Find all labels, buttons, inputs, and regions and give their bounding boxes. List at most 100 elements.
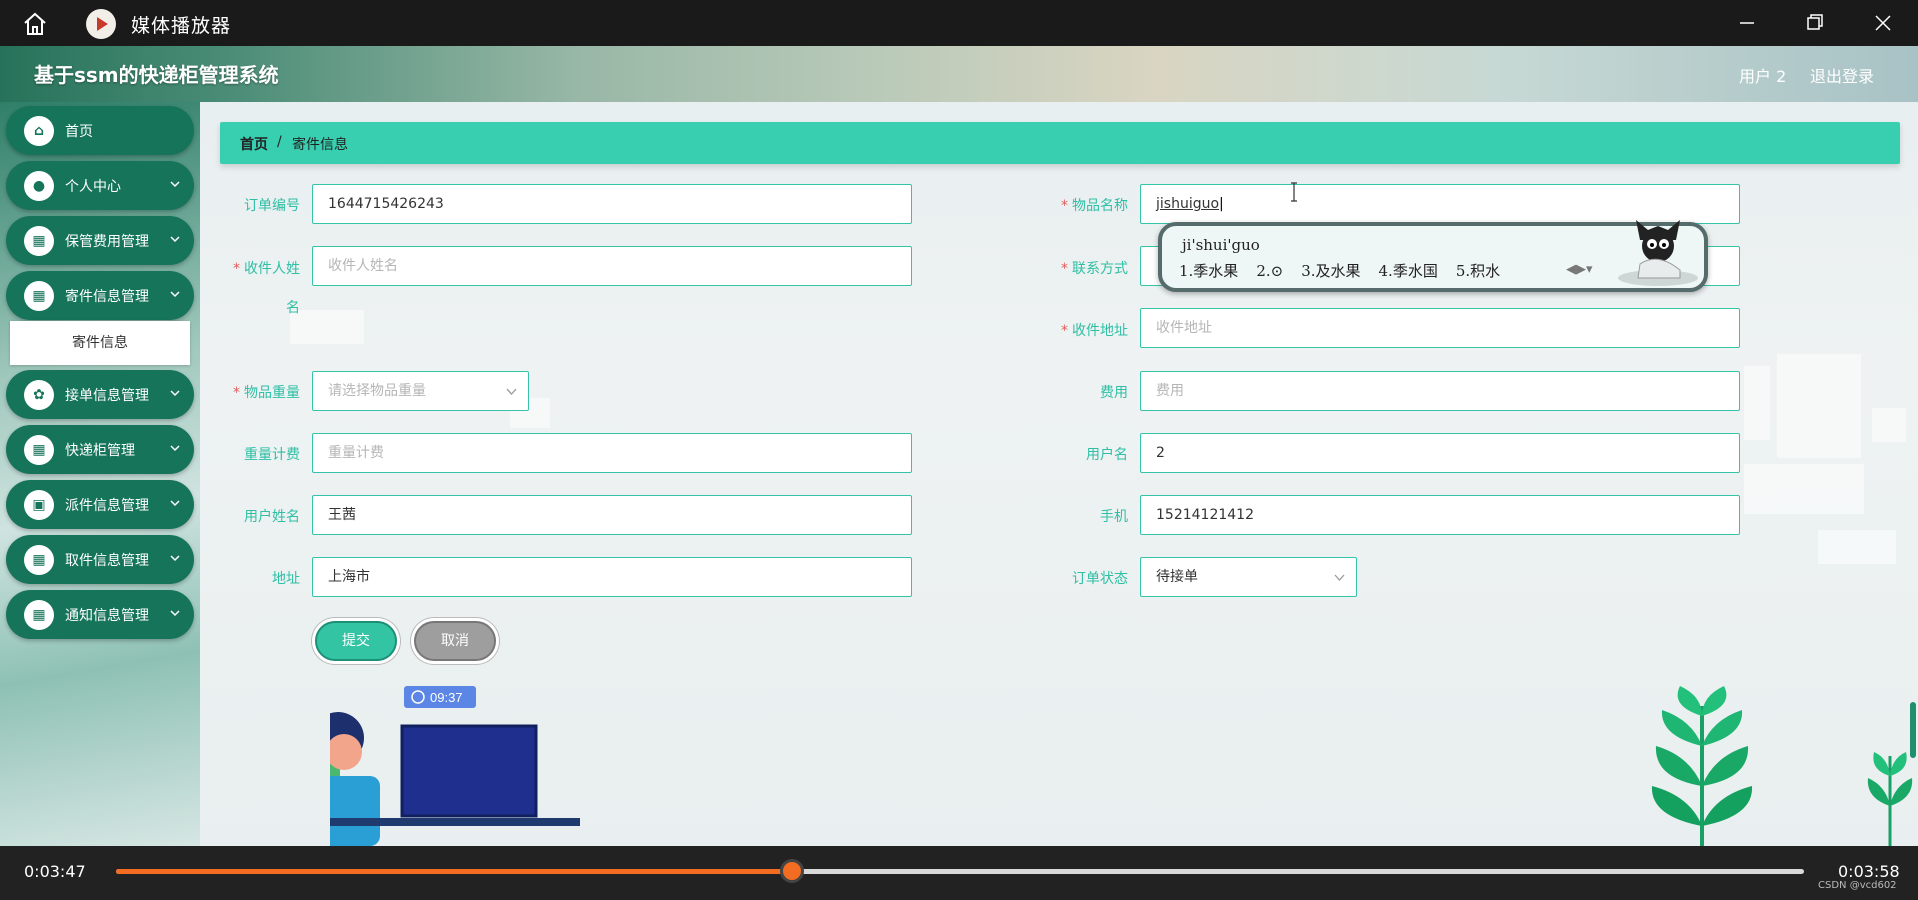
contact-label: * 联系方式 [1061,261,1128,277]
sidebar-item-order-taking[interactable]: ✿ 接单信息管理 [6,370,194,419]
order-no-value: 1644715426243 [328,196,444,212]
username-value: 2 [1156,445,1165,461]
decorative-square [1818,530,1896,564]
item-weight-select[interactable]: 请选择物品重量 [312,371,529,411]
order-no-field[interactable]: 1644715426243 [312,184,912,224]
sidebar-item-label: 取件信息管理 [65,553,149,569]
item-name-value: jishuiguo [1156,196,1220,212]
weight-fee-label: 重量计费 [244,447,300,463]
recipient-name-label: * 收件人姓 [233,261,300,277]
sidebar-item-label: 个人中心 [65,179,121,195]
ime-candidate[interactable]: 4.季水国 [1379,262,1438,280]
ime-pinyin: ji'shui'guo [1182,236,1260,254]
seek-handle[interactable] [780,859,804,883]
item-weight-placeholder: 请选择物品重量 [328,383,426,399]
sidebar-item-label: 首页 [65,124,93,140]
home-icon: ⌂ [24,116,54,146]
minimize-icon[interactable] [1734,10,1760,36]
recipient-address-field[interactable]: 收件地址 [1140,308,1740,348]
user-fullname-value: 王茜 [328,507,356,523]
username-field[interactable]: 2 [1140,433,1740,473]
sidebar-item-pickup-info[interactable]: ▦ 取件信息管理 [6,535,194,584]
user-icon: ● [24,171,54,201]
chevron-down-icon [170,291,180,298]
window-titlebar: 媒体播放器 [0,0,1918,46]
breadcrumb-separator: / [277,134,282,150]
media-player-icon [86,9,116,39]
ime-candidate-popup: ji'shui'guo 1.季水果 2.⊙ 3.及水果 4.季水国 5.积水 ◀▶▾ [1158,220,1708,292]
chevron-down-icon [170,610,180,617]
restore-icon[interactable] [1802,10,1828,36]
ime-mascot-icon [1618,220,1698,286]
user-fullname-field[interactable]: 王茜 [312,495,912,535]
breadcrumb-current: 寄件信息 [292,137,348,153]
submenu-item-shipping-info[interactable]: 寄件信息 [10,321,190,365]
grid-icon: ▦ [24,545,54,575]
phone-value: 15214121412 [1156,507,1254,523]
sidebar-item-label: 保管费用管理 [65,234,149,250]
grid-icon: ▦ [24,226,54,256]
chevron-down-icon [170,181,180,188]
elapsed-time: 0:03:47 [24,862,86,881]
sidebar-item-label: 寄件信息管理 [65,289,149,305]
sidebar-item-label: 通知信息管理 [65,608,149,624]
total-duration: 0:03:58 [1838,862,1900,881]
ime-page-arrows-icon[interactable]: ◀▶▾ [1566,262,1593,277]
chevron-down-icon [1334,574,1345,581]
breadcrumb: 首页 / 寄件信息 [220,122,1900,164]
chevron-down-icon [170,236,180,243]
decorative-square [1777,354,1861,458]
bulb-icon: ✿ [24,380,54,410]
address-value: 上海市 [328,569,370,585]
sidebar-item-shipping-info[interactable]: ▦ 寄件信息管理 [6,271,194,320]
ime-candidates: 1.季水果 2.⊙ 3.及水果 4.季水国 5.积水 [1179,260,1518,281]
sidebar-item-delivery-info[interactable]: ▣ 派件信息管理 [6,480,194,529]
close-icon[interactable] [1870,10,1896,36]
order-status-label: 订单状态 [1072,571,1128,587]
phone-field[interactable]: 15214121412 [1140,495,1740,535]
ime-candidate[interactable]: 5.积水 [1456,262,1500,280]
sidebar-item-label: 派件信息管理 [65,498,149,514]
sidebar-item-personal-center[interactable]: ● 个人中心 [6,161,194,210]
ime-candidate[interactable]: 1.季水果 [1179,262,1238,280]
desk-worker-illustration: 09:37 … [330,686,580,846]
fee-label: 费用 [1100,385,1128,401]
order-status-select[interactable]: 待接单 [1140,557,1357,597]
sidebar-item-lockers[interactable]: ▦ 快递柜管理 [6,425,194,474]
fee-field[interactable]: 费用 [1140,371,1740,411]
grid-icon: ▦ [24,281,54,311]
sidebar-item-home[interactable]: ⌂ 首页 [6,106,194,155]
user-fullname-label: 用户姓名 [244,509,300,525]
recipient-name-field[interactable]: 收件人姓名 [312,246,912,286]
address-label: 地址 [272,571,300,587]
cancel-button[interactable]: 取消 [414,621,496,661]
ime-candidate[interactable]: 3.及水果 [1301,262,1360,280]
weight-fee-field[interactable]: 重量计费 [312,433,912,473]
breadcrumb-home[interactable]: 首页 [240,134,268,154]
page-scrollbar-thumb[interactable] [1910,702,1916,758]
current-user: 用户 2 [1739,67,1787,86]
submit-button[interactable]: 提交 [315,621,397,661]
ime-candidate[interactable]: 2.⊙ [1256,262,1283,280]
weight-fee-placeholder: 重量计费 [328,445,384,461]
phone-label: 手机 [1100,509,1128,525]
chevron-down-icon [170,445,180,452]
app-header: 基于ssm的快递柜管理系统 用户 2 退出登录 [0,46,1918,102]
recipient-name-placeholder: 收件人姓名 [328,258,398,274]
decorative-square [1744,366,1770,440]
seek-progress-fill [116,869,792,874]
plant-illustration [1651,686,1913,846]
decorative-square [290,310,364,344]
chevron-down-icon [506,388,517,395]
address-field[interactable]: 上海市 [312,557,912,597]
logout-link[interactable]: 退出登录 [1810,63,1874,87]
recipient-address-label: * 收件地址 [1061,323,1128,339]
home-icon[interactable] [22,11,48,37]
recipient-address-placeholder: 收件地址 [1156,320,1212,336]
sidebar-item-notifications[interactable]: ▦ 通知信息管理 [6,590,194,639]
grid-icon: ▦ [24,600,54,630]
order-status-value: 待接单 [1156,569,1198,585]
watermark: CSDN @vcd602 [1818,880,1897,891]
recipient-name-label-wrap: 名 [286,300,300,316]
sidebar-item-storage-fees[interactable]: ▦ 保管费用管理 [6,216,194,265]
